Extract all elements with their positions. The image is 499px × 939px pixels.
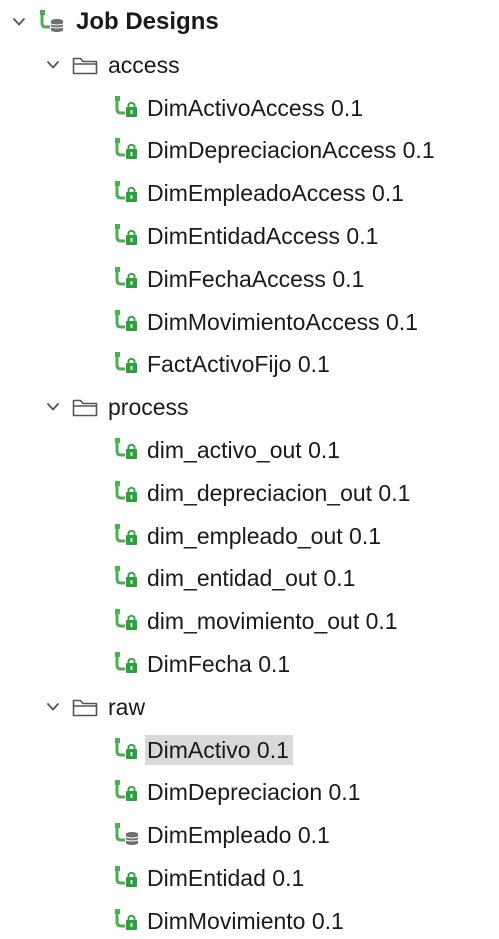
job-locked-icon <box>113 523 141 549</box>
job-db-icon <box>113 822 141 848</box>
tree-job-item[interactable]: dim_entidad_out 0.1 <box>113 559 359 597</box>
job-locked-icon <box>113 737 141 763</box>
tree-job-item[interactable]: FactActivoFijo 0.1 <box>113 345 334 383</box>
tree-job-label: DimEmpleado 0.1 <box>147 822 330 848</box>
tree-job-label: DimActivo 0.1 <box>145 735 293 765</box>
job-locked-icon <box>113 266 141 292</box>
tree-job-item[interactable]: DimMovimientoAccess 0.1 <box>113 303 422 341</box>
tree-job-item[interactable]: DimFechaAccess 0.1 <box>113 260 368 298</box>
job-locked-icon <box>113 480 141 506</box>
tree-job-item[interactable]: DimDepreciacionAccess 0.1 <box>113 131 439 169</box>
tree-job-label: DimDepreciacionAccess 0.1 <box>147 137 435 163</box>
tree-job-label: DimDepreciacion 0.1 <box>147 779 361 805</box>
tree-job-label: DimEntidad 0.1 <box>147 865 305 891</box>
tree-job-item[interactable]: dim_depreciacion_out 0.1 <box>113 474 414 512</box>
tree-root-label: Job Designs <box>76 8 219 35</box>
tree-root-job-designs[interactable]: Job Designs <box>10 3 219 41</box>
chevron-down-icon[interactable] <box>10 13 28 31</box>
tree-job-label: DimMovimientoAccess 0.1 <box>147 309 418 335</box>
tree-folder-2[interactable]: raw <box>44 688 149 726</box>
job-locked-icon <box>113 779 141 805</box>
tree-job-label: DimMovimiento 0.1 <box>147 908 344 934</box>
tree-job-item[interactable]: DimDepreciacion 0.1 <box>113 773 364 811</box>
tree-job-label: dim_entidad_out 0.1 <box>147 565 356 591</box>
tree-job-label: DimFechaAccess 0.1 <box>147 266 365 292</box>
tree-folder-label: raw <box>108 694 146 720</box>
job-locked-icon <box>113 608 141 634</box>
tree-job-label: dim_activo_out 0.1 <box>147 437 341 463</box>
job-locked-icon <box>113 137 141 163</box>
folder-icon <box>72 696 98 718</box>
job-locked-icon <box>113 865 141 891</box>
folder-icon <box>72 396 98 418</box>
tree-job-label: dim_depreciacion_out 0.1 <box>147 480 411 506</box>
tree-folder-0[interactable]: access <box>44 46 184 84</box>
tree-folder-label: process <box>108 394 189 420</box>
tree-job-item[interactable]: DimEmpleadoAccess 0.1 <box>113 174 408 212</box>
job-locked-icon <box>113 908 141 934</box>
job-locked-icon <box>113 651 141 677</box>
job-locked-icon <box>113 351 141 377</box>
job-locked-icon <box>113 223 141 249</box>
tree-job-item[interactable]: dim_empleado_out 0.1 <box>113 517 385 555</box>
chevron-down-icon[interactable] <box>44 398 62 416</box>
tree-job-item[interactable]: dim_activo_out 0.1 <box>113 431 344 469</box>
job-locked-icon <box>113 95 141 121</box>
tree-job-item[interactable]: DimFecha 0.1 <box>113 645 294 683</box>
tree-job-label: DimActivoAccess 0.1 <box>147 95 364 121</box>
job-locked-icon <box>113 180 141 206</box>
tree-job-label: FactActivoFijo 0.1 <box>147 351 330 377</box>
tree-job-item[interactable]: DimEmpleado 0.1 <box>113 816 334 854</box>
folder-icon <box>72 54 98 76</box>
job-locked-icon <box>113 437 141 463</box>
tree-folder-1[interactable]: process <box>44 388 193 426</box>
tree-job-item[interactable]: DimEntidad 0.1 <box>113 859 308 897</box>
tree-job-item[interactable]: dim_movimiento_out 0.1 <box>113 602 402 640</box>
job-locked-icon <box>113 565 141 591</box>
tree-job-item[interactable]: DimActivo 0.1 <box>113 731 293 769</box>
tree-job-item[interactable]: DimMovimiento 0.1 <box>113 902 348 939</box>
tree-job-label: dim_empleado_out 0.1 <box>147 523 381 549</box>
chevron-down-icon[interactable] <box>44 698 62 716</box>
tree-job-label: DimEntidadAccess 0.1 <box>147 223 379 249</box>
tree-folder-label: access <box>108 52 180 78</box>
job-locked-icon <box>113 309 141 335</box>
chevron-down-icon[interactable] <box>44 56 62 74</box>
tree-job-label: DimEmpleadoAccess 0.1 <box>147 180 404 206</box>
tree-job-item[interactable]: DimEntidadAccess 0.1 <box>113 217 382 255</box>
tree-job-label: dim_movimiento_out 0.1 <box>147 608 398 634</box>
tree-job-item[interactable]: DimActivoAccess 0.1 <box>113 89 367 127</box>
job-designs-db-icon <box>38 9 66 35</box>
tree-job-label: DimFecha 0.1 <box>147 651 291 677</box>
